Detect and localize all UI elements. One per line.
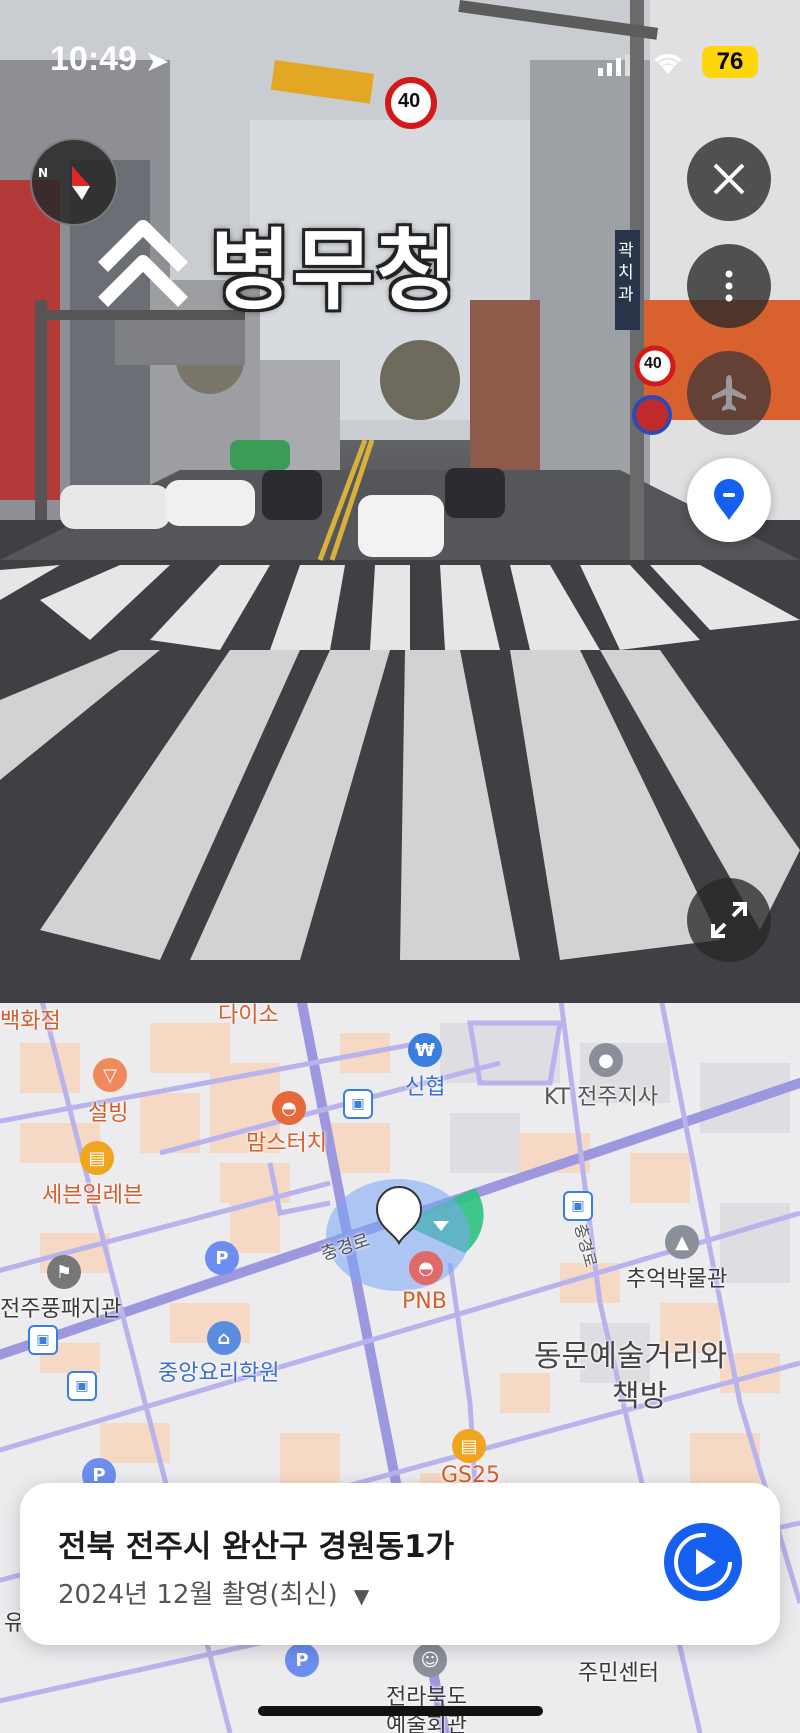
street-location-sign: 병무청 bbox=[210, 219, 459, 322]
expand-icon bbox=[711, 902, 747, 938]
bus-stop-icon-4[interactable]: ▣ bbox=[67, 1371, 97, 1401]
map-label-memory-museum: 추억박물관 bbox=[626, 1267, 728, 1292]
flag-icon[interactable]: ⚑ bbox=[47, 1255, 81, 1289]
capture-date-selector[interactable]: 2024년 12월 촬영(최신) ▼ bbox=[58, 1574, 369, 1611]
bank-icon[interactable]: ₩ bbox=[408, 1033, 442, 1067]
close-icon bbox=[713, 163, 745, 195]
street-view-position-marker[interactable] bbox=[374, 1185, 424, 1246]
map-label-momstouch: 맘스터치 bbox=[246, 1131, 327, 1156]
restaurant-icon[interactable]: ◓ bbox=[272, 1091, 306, 1125]
play-button[interactable] bbox=[664, 1523, 742, 1601]
map-label-pungpae: 전주풍패지관 bbox=[0, 1297, 122, 1322]
more-vertical-icon bbox=[725, 270, 733, 302]
parking-icon-3[interactable]: P bbox=[285, 1643, 319, 1677]
map-label-seolbing: 설빙 bbox=[88, 1101, 129, 1126]
map-label-kt: KT 전주지사 bbox=[544, 1085, 659, 1110]
street-scene bbox=[0, 0, 800, 1003]
address-text: 전북 전주시 완산구 경원동1가 bbox=[58, 1529, 455, 1565]
bus-stop-icon[interactable]: ▣ bbox=[343, 1089, 373, 1119]
cellular-signal-icon bbox=[598, 54, 630, 80]
more-options-button[interactable] bbox=[687, 244, 771, 328]
gs25-icon[interactable]: ▤ bbox=[452, 1429, 486, 1463]
map-label-dongmun: 동문예술거리와 bbox=[534, 1339, 728, 1374]
speed-limit-sign-text: 40 bbox=[398, 90, 421, 112]
battery-indicator: 76 bbox=[702, 46, 758, 78]
chevron-up-icon bbox=[98, 220, 188, 307]
close-button[interactable] bbox=[687, 137, 771, 221]
map-label-pnb: PNB bbox=[402, 1289, 447, 1314]
map-label-community-center: 주민센터 bbox=[578, 1661, 659, 1686]
map-label-daiso: 다이소 bbox=[218, 1003, 279, 1028]
convenience-store-icon[interactable]: ▤ bbox=[80, 1141, 114, 1175]
status-time-text: 10:49 bbox=[50, 40, 137, 78]
home-indicator[interactable] bbox=[258, 1706, 543, 1716]
arts-hall-icon[interactable]: ☺ bbox=[413, 1643, 447, 1677]
map-label-cooking-school: 중앙요리학원 bbox=[158, 1361, 280, 1386]
battery-level: 76 bbox=[716, 48, 744, 75]
side-building-sign: 곽치과 bbox=[618, 241, 634, 305]
map-location-button[interactable] bbox=[687, 458, 771, 542]
map-pin-icon bbox=[375, 1186, 423, 1246]
cafe-pnb-icon[interactable]: ◓ bbox=[409, 1251, 443, 1285]
caret-down-icon: ▼ bbox=[353, 1584, 370, 1608]
bus-stop-icon-2[interactable]: ▣ bbox=[563, 1191, 593, 1221]
landmark-icon[interactable]: ● bbox=[589, 1043, 623, 1077]
side-speed-sign-text: 40 bbox=[644, 355, 662, 372]
map-label-shinhyup: 신협 bbox=[405, 1075, 446, 1100]
map-label-chaekbang: 책방 bbox=[612, 1379, 668, 1414]
status-time: 10:49 ➤ bbox=[50, 40, 168, 79]
academy-icon[interactable]: ⌂ bbox=[207, 1321, 241, 1355]
parking-icon[interactable]: P bbox=[205, 1241, 239, 1275]
museum-icon[interactable]: ▲ bbox=[665, 1225, 699, 1259]
expand-button[interactable] bbox=[687, 878, 771, 962]
bus-stop-icon-3[interactable]: ▣ bbox=[28, 1325, 58, 1355]
location-pin-icon bbox=[714, 479, 744, 520]
map-label-seven-eleven: 세븐일레븐 bbox=[42, 1183, 144, 1208]
street-view-panorama[interactable]: 40 40 곽치과 10:49 ➤ 76 N 병무청 bbox=[0, 0, 800, 1003]
location-arrow-icon: ➤ bbox=[146, 46, 169, 76]
wifi-icon bbox=[652, 50, 684, 80]
airplane-icon bbox=[712, 375, 746, 411]
map-label-department-store: 백화점 bbox=[0, 1009, 61, 1034]
play-icon bbox=[674, 1533, 732, 1591]
aerial-view-button[interactable] bbox=[687, 351, 771, 435]
cafe-icon[interactable]: ▽ bbox=[93, 1058, 127, 1092]
capture-date-text: 2024년 12월 촬영(최신) bbox=[58, 1580, 338, 1610]
location-info-card[interactable]: 전북 전주시 완산구 경원동1가 2024년 12월 촬영(최신) ▼ bbox=[20, 1483, 780, 1645]
